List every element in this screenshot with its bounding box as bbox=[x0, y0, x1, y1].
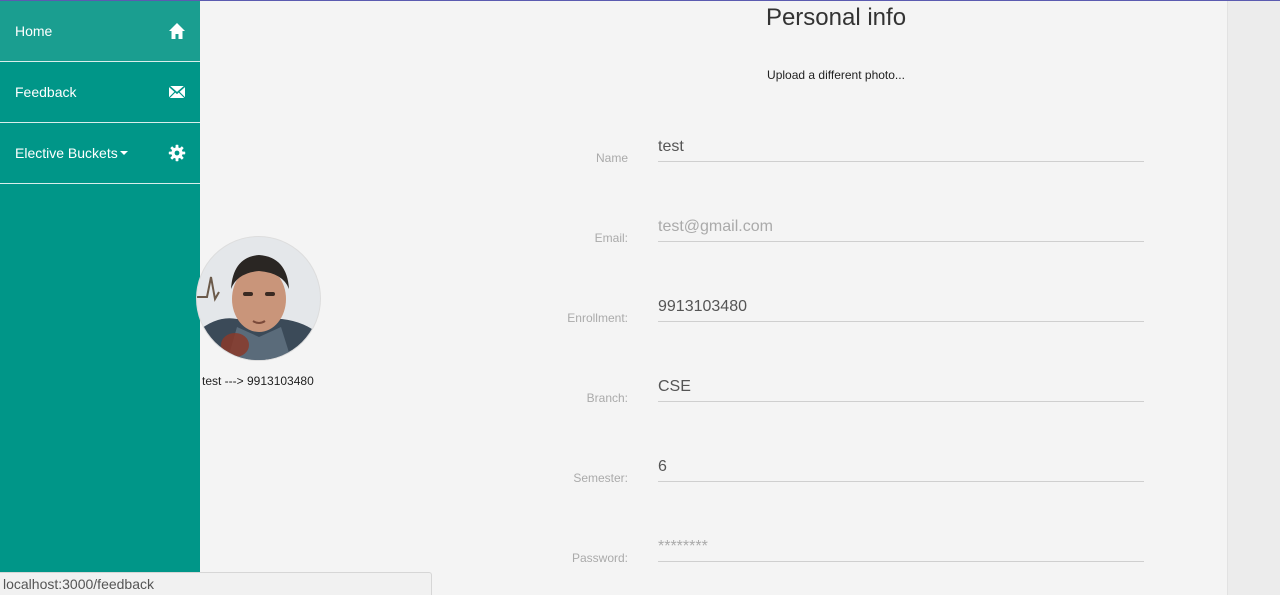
sidebar: Home Feedback Elective Buckets bbox=[0, 1, 200, 595]
avatar-caption: test ---> 9913103480 bbox=[202, 374, 314, 388]
sidebar-item-elective-buckets[interactable]: Elective Buckets bbox=[0, 123, 200, 184]
branch-label: Branch: bbox=[586, 391, 628, 405]
sidebar-item-feedback[interactable]: Feedback bbox=[0, 62, 200, 123]
password-label: Password: bbox=[571, 551, 628, 565]
email-label: Email: bbox=[594, 231, 628, 245]
right-gutter bbox=[1227, 1, 1280, 595]
gear-icon bbox=[168, 144, 186, 162]
branch-field[interactable] bbox=[658, 372, 1144, 402]
sidebar-item-home[interactable]: Home bbox=[0, 1, 200, 62]
enrollment-label: Enrollment: bbox=[567, 311, 628, 325]
status-bar-url: localhost:3000/feedback bbox=[0, 572, 432, 595]
page-title: Personal info bbox=[765, 4, 907, 31]
semester-label: Semester: bbox=[573, 471, 628, 485]
caret-down-icon bbox=[119, 151, 128, 155]
sidebar-item-label: Elective Buckets bbox=[15, 145, 118, 161]
sidebar-item-label: Home bbox=[15, 23, 53, 39]
sidebar-item-label: Feedback bbox=[15, 84, 77, 100]
semester-field[interactable] bbox=[658, 452, 1144, 482]
email-field[interactable] bbox=[658, 212, 1144, 242]
home-icon bbox=[168, 22, 186, 40]
password-field[interactable] bbox=[658, 532, 1144, 562]
upload-photo-link[interactable]: Upload a different photo... bbox=[736, 68, 936, 82]
envelope-icon bbox=[168, 83, 186, 101]
name-label: Name bbox=[595, 151, 628, 165]
enrollment-field[interactable] bbox=[658, 292, 1144, 322]
avatar[interactable] bbox=[196, 236, 321, 361]
name-field[interactable] bbox=[658, 132, 1144, 162]
